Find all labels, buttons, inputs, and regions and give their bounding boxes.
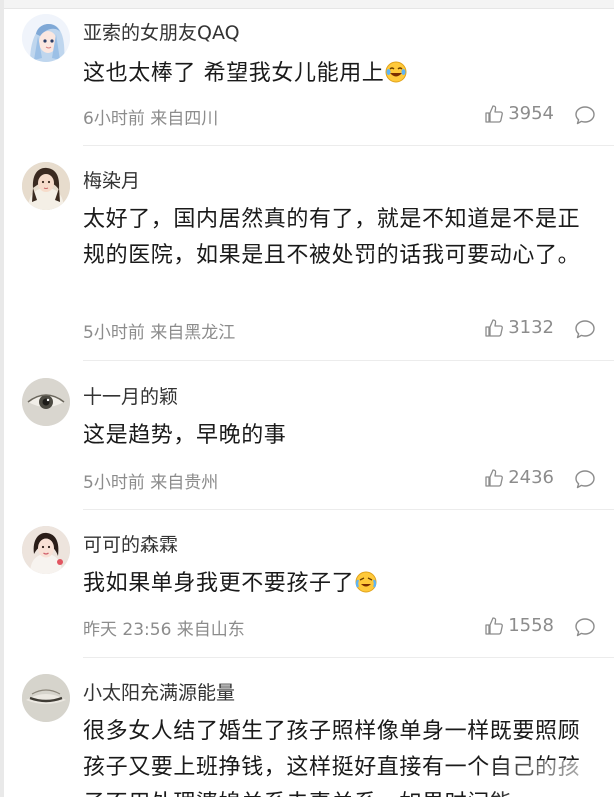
laughing-crying-icon [355, 571, 377, 593]
username[interactable]: 梅染月 [83, 169, 140, 193]
like-button[interactable]: 2436 [484, 467, 554, 488]
comment-bubble-icon[interactable] [574, 468, 596, 490]
divider [83, 657, 614, 658]
comment-text: 太好了，国内居然真的有了，就是不知道是不是正规的医院，如果是且不被处罚的话我可要… [83, 207, 581, 268]
comment-meta: 5小时前 来自贵州 [83, 473, 219, 493]
thumbs-up-icon [485, 468, 504, 487]
username[interactable]: 亚索的女朋友QAQ [83, 21, 240, 45]
avatar[interactable] [22, 14, 70, 62]
username[interactable]: 可可的森霖 [83, 533, 178, 557]
divider [83, 509, 614, 510]
avatar[interactable] [22, 162, 70, 210]
comment-feed: 亚索的女朋友QAQ 这也太棒了 希望我女儿能用上 6小时前 来自四川 3954 [0, 0, 614, 797]
like-count: 1558 [508, 615, 554, 636]
thumbs-up-icon [485, 318, 504, 337]
left-edge [0, 0, 4, 797]
username[interactable]: 十一月的颖 [83, 385, 178, 409]
comment-bubble-icon[interactable] [574, 318, 596, 340]
like-count: 2436 [508, 467, 554, 488]
like-count: 3954 [508, 103, 554, 124]
username[interactable]: 小太阳充满源能量 [83, 681, 235, 705]
avatar[interactable] [22, 378, 70, 426]
comment-text: 我如果单身我更不要孩子了 [83, 566, 598, 602]
like-button[interactable]: 3132 [484, 317, 554, 338]
divider [83, 145, 614, 146]
thumbs-up-icon [485, 104, 504, 123]
comment-text-body: 我如果单身我更不要孩子了 [83, 571, 355, 596]
comment-meta: 昨天 23:56 来自山东 [83, 620, 245, 640]
laughing-tears-icon [385, 61, 407, 83]
comment-text-body: 这也太棒了 希望我女儿能用上 [83, 61, 385, 86]
comment-text: 这是趋势，早晚的事 [83, 423, 287, 448]
comment-meta: 6小时前 来自四川 [83, 109, 219, 129]
comment-bubble-icon[interactable] [574, 104, 596, 126]
like-button[interactable]: 3954 [484, 103, 554, 124]
divider [83, 360, 614, 361]
avatar[interactable] [22, 526, 70, 574]
like-button[interactable]: 1558 [484, 615, 554, 636]
comment-meta: 5小时前 来自黑龙江 [83, 323, 236, 343]
avatar[interactable] [22, 674, 70, 722]
top-strip [0, 0, 614, 9]
watermark-fade [484, 760, 614, 797]
thumbs-up-icon [485, 616, 504, 635]
comment-bubble-icon[interactable] [574, 616, 596, 638]
like-count: 3132 [508, 317, 554, 338]
comment-text: 这也太棒了 希望我女儿能用上 [83, 56, 598, 92]
